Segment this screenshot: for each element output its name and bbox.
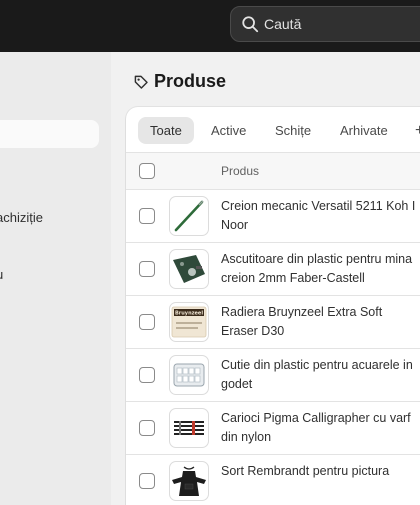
select-all-checkbox[interactable] — [139, 163, 155, 179]
page-title: Produse — [154, 71, 227, 91]
tab-all[interactable]: Toate — [138, 117, 194, 144]
table-header: Produs — [126, 153, 420, 190]
product-name[interactable]: Creion mecanic Versatil 5211 Koh I Noor — [221, 197, 420, 235]
sidebar-item-active[interactable] — [0, 120, 99, 148]
table-row[interactable]: Creion mecanic Versatil 5211 Koh I Noor — [126, 190, 420, 243]
svg-text:Bruynzeel: Bruynzeel — [175, 311, 203, 317]
search-icon — [242, 16, 259, 33]
product-name[interactable]: Cutie din plastic pentru acuarele in god… — [221, 356, 420, 394]
apron-image — [169, 461, 209, 501]
tab-drafts[interactable]: Schițe — [263, 117, 323, 144]
table-row[interactable]: Cutie din plastic pentru acuarele in god… — [126, 349, 420, 402]
table-row[interactable]: Carioci Pigma Calligrapher cu varf din n… — [126, 402, 420, 455]
table-row[interactable]: Sort Rembrandt pentru pictura — [126, 455, 420, 505]
column-header-product[interactable]: Produs — [221, 164, 259, 178]
green-sharpener-image — [169, 249, 209, 289]
pens-image — [169, 408, 209, 448]
search-input[interactable]: Caută — [230, 6, 420, 42]
top-bar: Caută — [0, 0, 420, 52]
row-checkbox[interactable] — [139, 420, 155, 436]
tag-icon — [134, 75, 148, 89]
sidebar-item-purchase[interactable]: achiziție — [0, 210, 43, 225]
row-checkbox[interactable] — [139, 261, 155, 277]
row-checkbox[interactable] — [139, 314, 155, 330]
tab-active[interactable]: Active — [199, 117, 258, 144]
sidebar-item-truncated[interactable]: u — [0, 267, 3, 282]
green-pencil-image — [169, 196, 209, 236]
tab-archived[interactable]: Arhivate — [328, 117, 400, 144]
product-name[interactable]: Carioci Pigma Calligrapher cu varf din n… — [221, 409, 420, 447]
table-row[interactable]: Ascutitoare din plastic pentru mina crei… — [126, 243, 420, 296]
row-checkbox[interactable] — [139, 208, 155, 224]
row-checkbox[interactable] — [139, 473, 155, 489]
products-card: Toate Active Schițe Arhivate + Produs Cr… — [126, 107, 420, 505]
product-name[interactable]: Sort Rembrandt pentru pictura — [221, 462, 420, 481]
sidebar: achiziție u — [0, 52, 111, 505]
page-header: Produse — [133, 71, 226, 92]
search-placeholder: Caută — [264, 16, 302, 32]
table-row[interactable]: Bruynzeel Radiera Bruynzeel Extra Soft E… — [126, 296, 420, 349]
product-name[interactable]: Ascutitoare din plastic pentru mina crei… — [221, 250, 420, 288]
tab-bar: Toate Active Schițe Arhivate + — [126, 107, 420, 153]
product-name[interactable]: Radiera Bruynzeel Extra Soft Eraser D30 — [221, 303, 420, 341]
main-content: Produse Toate Active Schițe Arhivate + P… — [111, 52, 420, 505]
eraser-image: Bruynzeel — [169, 302, 209, 342]
add-view-icon[interactable]: + — [415, 117, 420, 144]
watercolor-box-image — [169, 355, 209, 395]
row-checkbox[interactable] — [139, 367, 155, 383]
